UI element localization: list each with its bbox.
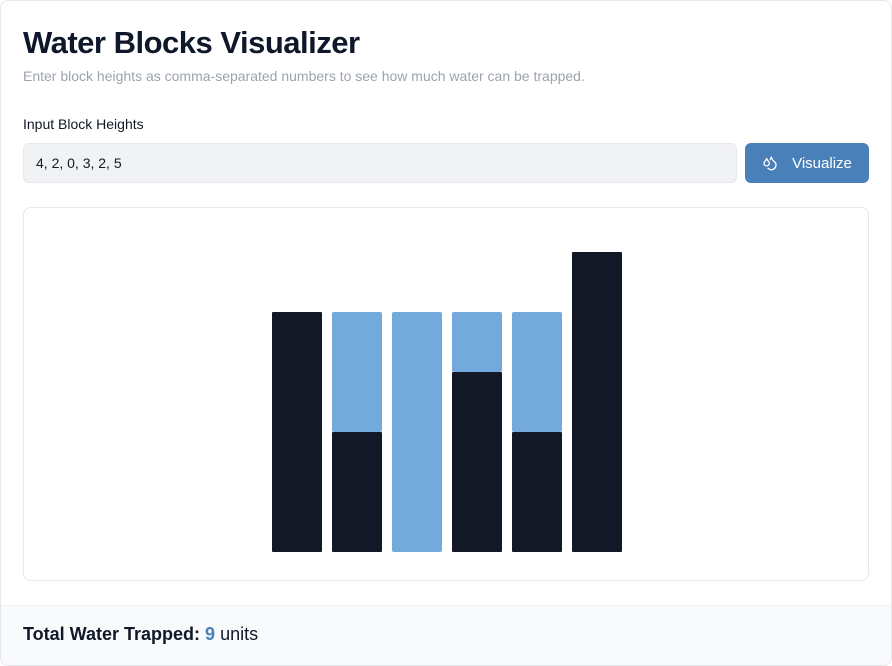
water-2 xyxy=(332,312,382,432)
input-label: Input Block Heights xyxy=(23,116,144,132)
water-4 xyxy=(452,312,502,372)
water-3 xyxy=(392,312,442,552)
block-2 xyxy=(332,432,382,552)
block-heights-input[interactable] xyxy=(23,143,737,183)
page-subtitle: Enter block heights as comma-separated n… xyxy=(23,68,585,84)
total-water-value: 9 xyxy=(205,624,216,644)
block-6 xyxy=(572,252,622,552)
block-4 xyxy=(452,372,502,552)
visualizer-card: Water Blocks Visualizer Enter block heig… xyxy=(0,0,892,666)
droplets-icon xyxy=(762,155,778,171)
blocks-chart xyxy=(272,252,622,552)
visualize-button[interactable]: Visualize xyxy=(745,143,869,183)
total-water-unit: units xyxy=(220,624,259,644)
visualize-button-label: Visualize xyxy=(792,154,852,172)
block-5 xyxy=(512,432,562,552)
visualization-panel xyxy=(23,207,869,581)
block-1 xyxy=(272,312,322,552)
total-water-result: Total Water Trapped: 9 units xyxy=(23,624,258,645)
page-title: Water Blocks Visualizer xyxy=(23,25,360,60)
water-5 xyxy=(512,312,562,432)
total-water-label: Total Water Trapped: xyxy=(23,624,201,644)
